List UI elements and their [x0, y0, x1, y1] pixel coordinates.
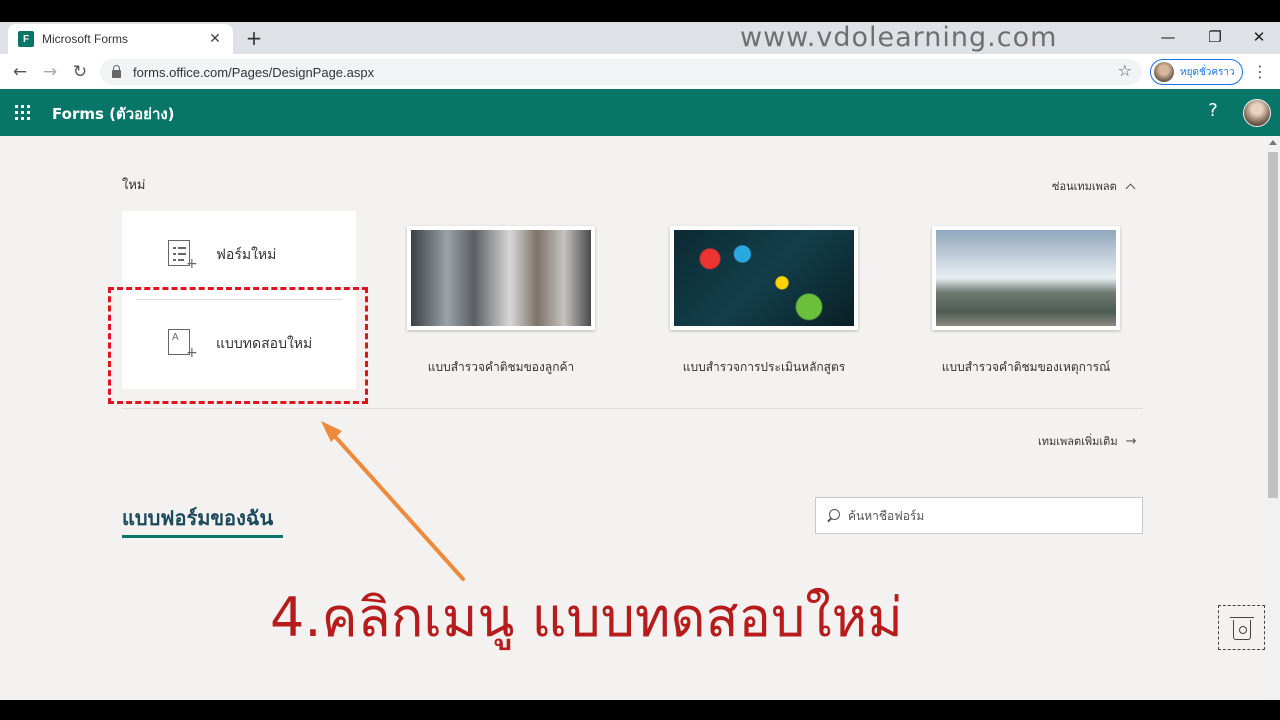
- screen: F Microsoft Forms ✕ + www.vdolearning.co…: [0, 0, 1280, 720]
- arrow-shaft: [329, 430, 465, 581]
- annotation-arrow: [321, 421, 465, 581]
